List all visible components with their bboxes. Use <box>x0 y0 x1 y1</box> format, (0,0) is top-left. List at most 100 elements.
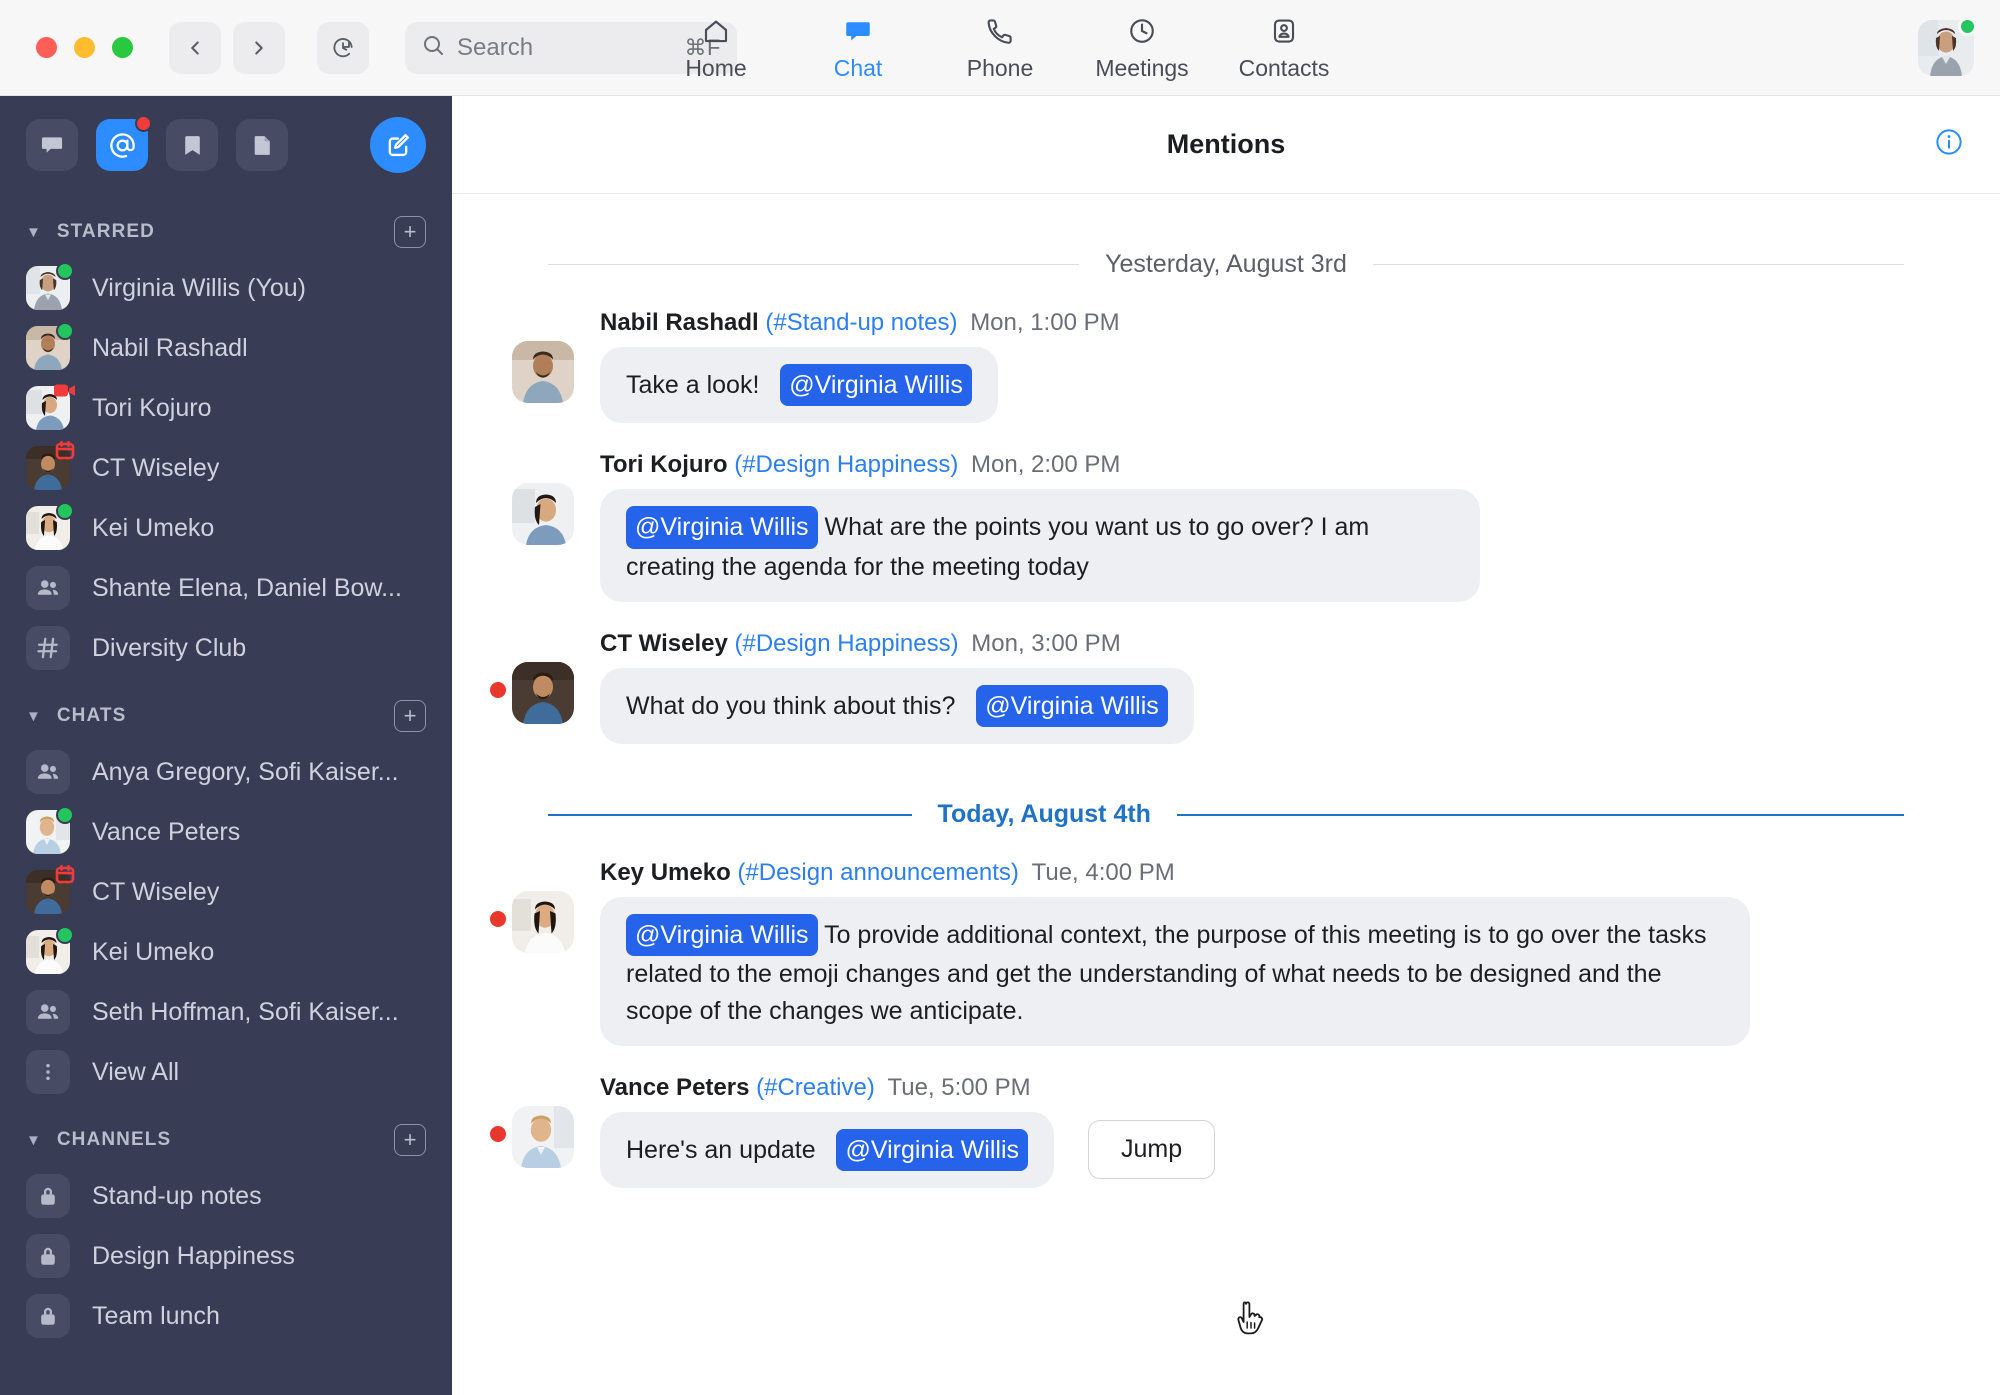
message-body: Nabil Rashadl (#Stand-up notes) Mon, 1:0… <box>600 309 1958 423</box>
avatar <box>512 891 574 953</box>
compose-button[interactable] <box>370 117 426 173</box>
sidebar-item-stand-up-notes[interactable]: Stand-up notes <box>0 1166 452 1226</box>
more-dots-icon <box>26 1050 70 1094</box>
mention-chip[interactable]: @Virginia Willis <box>626 506 818 548</box>
mention-chip[interactable]: @Virginia Willis <box>626 914 818 956</box>
jump-button[interactable]: Jump <box>1088 1120 1215 1179</box>
sidebar-item-nabil-rashadl[interactable]: Nabil Rashadl <box>0 318 452 378</box>
message-body: Key Umeko (#Design announcements) Tue, 4… <box>600 859 1958 1046</box>
add-chat-button[interactable]: + <box>394 700 426 732</box>
sidebar-item-label: Team lunch <box>92 1302 220 1331</box>
sidebar-section-channels-header[interactable]: ▼ CHANNELS + <box>0 1102 452 1166</box>
message-time: Tue, 5:00 PM <box>887 1074 1030 1101</box>
message-item[interactable]: Key Umeko (#Design announcements) Tue, 4… <box>494 859 1958 1046</box>
mention-chip[interactable]: @Virginia Willis <box>836 1129 1028 1171</box>
tab-chat[interactable]: Chat <box>787 0 929 96</box>
close-window-button[interactable] <box>36 37 57 58</box>
mentions-feed[interactable]: Yesterday, August 3rd Nabil Rashadl (#St… <box>452 194 2000 1395</box>
message-item[interactable]: Nabil Rashadl (#Stand-up notes) Mon, 1:0… <box>494 309 1958 423</box>
tab-home[interactable]: Home <box>645 0 787 96</box>
sidebar-item-label: Vance Peters <box>92 818 240 847</box>
presence-indicator <box>1958 17 1977 36</box>
sidebar-item-virginia-willis[interactable]: Virginia Willis (You) <box>0 258 452 318</box>
sidebar-item-kei-umeko-chat[interactable]: Kei Umeko <box>0 922 452 982</box>
tab-meetings-label: Meetings <box>1095 55 1188 82</box>
lock-icon <box>26 1174 70 1218</box>
tab-chat-label: Chat <box>834 55 883 82</box>
tab-contacts[interactable]: Contacts <box>1213 0 1355 96</box>
message-item[interactable]: CT Wiseley (#Design Happiness) Mon, 3:00… <box>494 630 1958 744</box>
message-header: Key Umeko (#Design announcements) Tue, 4… <box>600 859 1958 887</box>
message-header: Vance Peters (#Creative) Tue, 5:00 PM <box>600 1074 1958 1102</box>
lock-icon <box>26 1294 70 1338</box>
message-header: CT Wiseley (#Design Happiness) Mon, 3:00… <box>600 630 1958 658</box>
sidebar-item-shante-elena-group[interactable]: Shante Elena, Daniel Bow... <box>0 558 452 618</box>
search-icon <box>421 33 445 62</box>
message-channel[interactable]: (#Stand-up notes) <box>765 309 957 336</box>
sidebar-item-seth-hoffman-group[interactable]: Seth Hoffman, Sofi Kaiser... <box>0 982 452 1042</box>
sidebar-item-view-all[interactable]: View All <box>0 1042 452 1102</box>
avatar <box>26 870 70 914</box>
sidebar-item-label: Seth Hoffman, Sofi Kaiser... <box>92 998 399 1027</box>
sidebar-tool-files[interactable] <box>236 119 288 171</box>
sidebar-item-anya-gregory-group[interactable]: Anya Gregory, Sofi Kaiser... <box>0 742 452 802</box>
info-icon[interactable] <box>1934 127 1964 162</box>
sidebar-item-label: View All <box>92 1058 179 1087</box>
sidebar-toolbar <box>0 96 452 194</box>
message-channel[interactable]: (#Design Happiness) <box>734 451 958 478</box>
add-starred-button[interactable]: + <box>394 216 426 248</box>
message-item[interactable]: Tori Kojuro (#Design Happiness) Mon, 2:0… <box>494 451 1958 602</box>
message-channel[interactable]: (#Design announcements) <box>737 859 1019 886</box>
mention-chip[interactable]: @Virginia Willis <box>976 685 1168 727</box>
minimize-window-button[interactable] <box>74 37 95 58</box>
sidebar-tool-all-chats[interactable] <box>26 119 78 171</box>
message-bubble: @Virginia Willis To provide additional c… <box>600 897 1750 1046</box>
back-button[interactable] <box>169 22 221 74</box>
forward-button[interactable] <box>233 22 285 74</box>
window-body: ▼ STARRED + Virginia Willis (You) <box>0 96 2000 1395</box>
sidebar-section-chats-header[interactable]: ▼ CHATS + <box>0 678 452 742</box>
sidebar-item-tori-kojuro[interactable]: Tori Kojuro <box>0 378 452 438</box>
group-icon <box>26 750 70 794</box>
main-panel: Mentions Yesterday, August 3rd <box>452 96 2000 1395</box>
tab-home-label: Home <box>685 55 746 82</box>
divider-line-right <box>1373 264 1904 266</box>
hash-icon <box>26 626 70 670</box>
sidebar-tool-bookmarks[interactable] <box>166 119 218 171</box>
sidebar-item-team-lunch[interactable]: Team lunch <box>0 1286 452 1346</box>
avatar[interactable] <box>1918 20 1974 76</box>
mention-chip[interactable]: @Virginia Willis <box>780 364 972 406</box>
message-header: Tori Kojuro (#Design Happiness) Mon, 2:0… <box>600 451 1958 479</box>
message-text: Here's an update <box>626 1136 816 1164</box>
sidebar-item-label: Kei Umeko <box>92 938 214 967</box>
divider-line-right <box>1177 814 1904 816</box>
sidebar-item-label: Design Happiness <box>92 1242 295 1271</box>
contact-card-icon <box>1269 14 1299 48</box>
sidebar-item-label: Anya Gregory, Sofi Kaiser... <box>92 758 399 787</box>
sidebar-item-label: CT Wiseley <box>92 878 219 907</box>
sidebar-item-kei-umeko[interactable]: Kei Umeko <box>0 498 452 558</box>
message-time: Mon, 3:00 PM <box>971 630 1120 657</box>
sidebar-section-starred-header[interactable]: ▼ STARRED + <box>0 194 452 258</box>
sidebar-item-label: Virginia Willis (You) <box>92 274 306 303</box>
sidebar-item-label: Nabil Rashadl <box>92 334 248 363</box>
message-body: Vance Peters (#Creative) Tue, 5:00 PM He… <box>600 1074 1958 1188</box>
maximize-window-button[interactable] <box>112 37 133 58</box>
sidebar-item-vance-peters[interactable]: Vance Peters <box>0 802 452 862</box>
sidebar-item-ct-wiseley-chat[interactable]: CT Wiseley <box>0 862 452 922</box>
sidebar-item-ct-wiseley[interactable]: CT Wiseley <box>0 438 452 498</box>
message-channel[interactable]: (#Design Happiness) <box>735 630 959 657</box>
add-channel-button[interactable]: + <box>394 1124 426 1156</box>
main-header: Mentions <box>452 96 2000 194</box>
message-item[interactable]: Vance Peters (#Creative) Tue, 5:00 PM He… <box>494 1074 1958 1188</box>
message-channel[interactable]: (#Creative) <box>756 1074 875 1101</box>
mentions-badge <box>135 115 152 132</box>
message-header: Nabil Rashadl (#Stand-up notes) Mon, 1:0… <box>600 309 1958 337</box>
tab-phone[interactable]: Phone <box>929 0 1071 96</box>
sidebar-item-diversity-club[interactable]: Diversity Club <box>0 618 452 678</box>
sidebar-item-design-happiness[interactable]: Design Happiness <box>0 1226 452 1286</box>
sidebar-tool-mentions[interactable] <box>96 119 148 171</box>
sidebar-scroll[interactable]: ▼ STARRED + Virginia Willis (You) <box>0 194 452 1395</box>
history-button[interactable] <box>317 22 369 74</box>
tab-meetings[interactable]: Meetings <box>1071 0 1213 96</box>
